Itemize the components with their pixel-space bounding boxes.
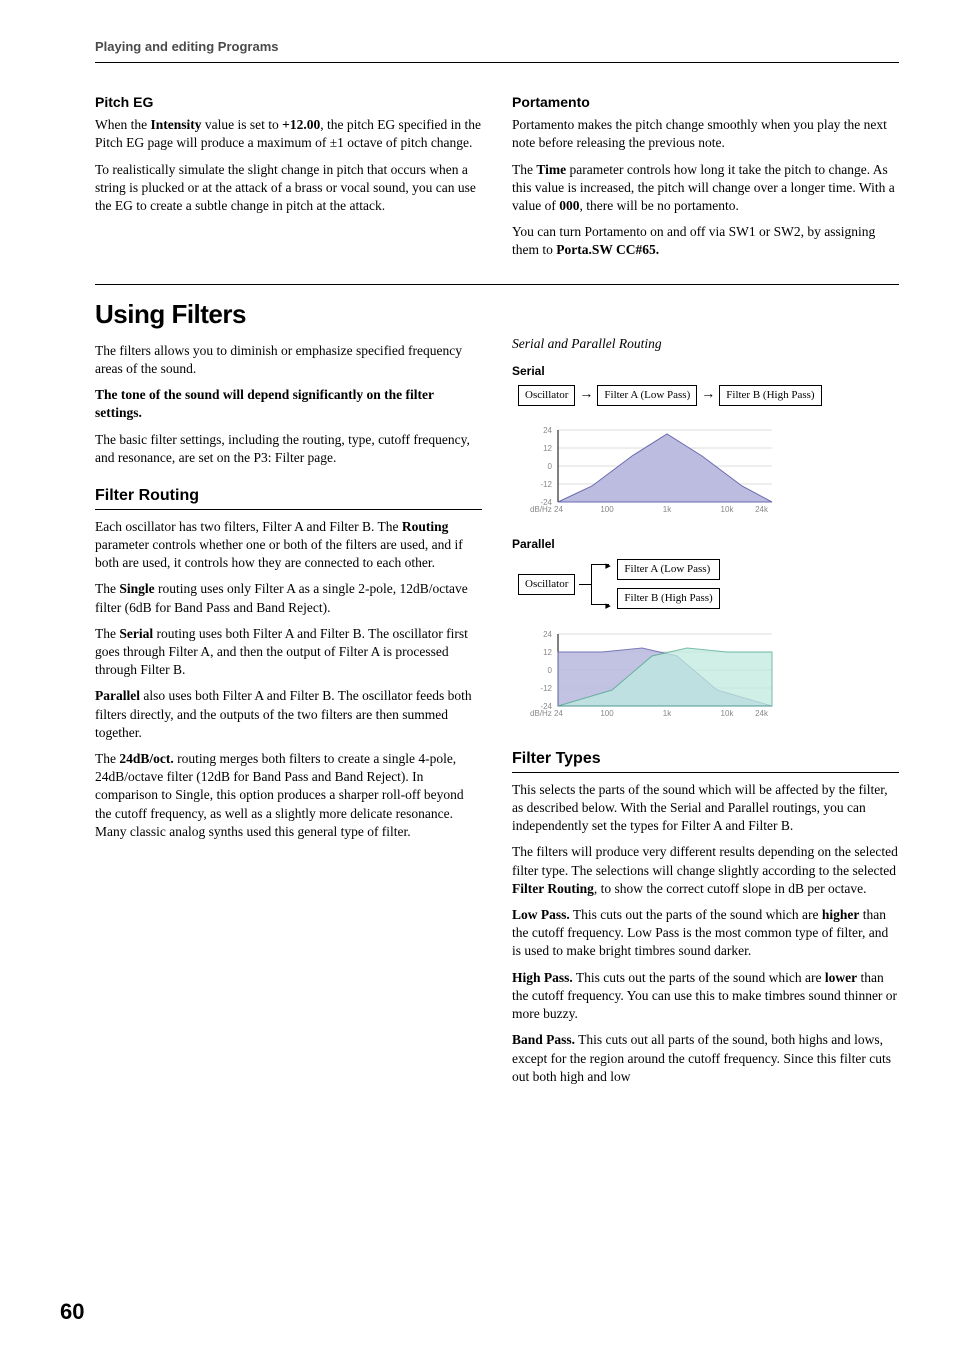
parallel-flow: Oscillator ▸ ▸ Filter A (Low Pass) Filte…: [518, 558, 899, 610]
svg-text:0: 0: [548, 666, 553, 675]
svg-text:dB/Hz 24: dB/Hz 24: [530, 505, 563, 514]
portamento-p2: The Time parameter controls how long it …: [512, 161, 899, 216]
svg-text:24: 24: [543, 426, 552, 435]
text-bold: lower: [825, 970, 857, 985]
parallel-label: Parallel: [512, 536, 899, 552]
section-divider: [95, 284, 899, 285]
svg-text:24k: 24k: [755, 709, 769, 718]
portamento-p1: Portamento makes the pitch change smooth…: [512, 116, 899, 152]
header-section-title: Playing and editing Programs: [95, 39, 278, 54]
text: The filters will produce very different …: [512, 844, 898, 877]
text: The: [95, 626, 119, 641]
page-header: Playing and editing Programs: [95, 38, 899, 63]
text-bold: +12.00: [282, 117, 320, 132]
col-right-filters: Serial and Parallel Routing Serial Oscil…: [512, 297, 899, 1094]
text-bold: Time: [536, 162, 566, 177]
text-bold: Low Pass.: [512, 907, 570, 922]
text: value is set to: [202, 117, 283, 132]
text: This cuts out the parts of the sound whi…: [573, 970, 825, 985]
filter-a-box: Filter A (Low Pass): [597, 385, 697, 406]
filter-routing-p5: The 24dB/oct. routing merges both filter…: [95, 750, 482, 841]
pitch-eg-p1: When the Intensity value is set to +12.0…: [95, 116, 482, 152]
text: The: [95, 581, 119, 596]
upper-columns: Pitch EG When the Intensity value is set…: [95, 89, 899, 267]
routing-diagram-title: Serial and Parallel Routing: [512, 335, 899, 353]
filter-routing-heading: Filter Routing: [95, 485, 482, 510]
svg-text:100: 100: [600, 709, 614, 718]
filter-types-p5: Band Pass. This cuts out all parts of th…: [512, 1031, 899, 1086]
svg-text:1k: 1k: [663, 709, 672, 718]
arrow-icon: ▸: [605, 599, 611, 614]
text: The: [95, 751, 119, 766]
pitch-eg-heading: Pitch EG: [95, 93, 482, 112]
using-filters-heading: Using Filters: [95, 297, 482, 332]
page-number: 60: [60, 1297, 84, 1327]
arrow-icon: →: [579, 388, 593, 402]
svg-text:12: 12: [543, 648, 552, 657]
filter-types-p1: This selects the parts of the sound whic…: [512, 781, 899, 836]
text: Each oscillator has two filters, Filter …: [95, 519, 402, 534]
col-right-upper: Portamento Portamento makes the pitch ch…: [512, 89, 899, 267]
filter-b-box: Filter B (High Pass): [719, 385, 821, 406]
text-bold: Single: [119, 581, 154, 596]
serial-label: Serial: [512, 363, 899, 379]
text-bold: 24dB/oct.: [119, 751, 173, 766]
text-bold: Routing: [402, 519, 449, 534]
svg-text:1k: 1k: [663, 505, 672, 514]
svg-text:-12: -12: [540, 684, 552, 693]
svg-text:24: 24: [543, 630, 552, 639]
svg-text:12: 12: [543, 444, 552, 453]
using-filters-p3: The basic filter settings, including the…: [95, 431, 482, 467]
pitch-eg-p2: To realistically simulate the slight cha…: [95, 161, 482, 216]
arrow-icon: ▸: [605, 559, 611, 574]
filter-types-p4: High Pass. This cuts out the parts of th…: [512, 969, 899, 1024]
svg-text:0: 0: [548, 462, 553, 471]
filter-a-box: Filter A (Low Pass): [617, 559, 719, 580]
filter-types-heading: Filter Types: [512, 748, 899, 773]
svg-text:-12: -12: [540, 480, 552, 489]
osc-box: Oscillator: [518, 385, 575, 406]
svg-text:10k: 10k: [721, 709, 735, 718]
text: parameter controls whether one or both o…: [95, 537, 463, 570]
serial-flow: Oscillator → Filter A (Low Pass) → Filte…: [518, 385, 899, 406]
text: This cuts out the parts of the sound whi…: [570, 907, 822, 922]
svg-text:24k: 24k: [755, 505, 769, 514]
text: When the: [95, 117, 150, 132]
filter-b-box: Filter B (High Pass): [617, 588, 719, 609]
filter-routing-p1: Each oscillator has two filters, Filter …: [95, 518, 482, 573]
text-bold: higher: [822, 907, 860, 922]
filter-types-p2: The filters will produce very different …: [512, 843, 899, 898]
text-bold: Parallel: [95, 688, 140, 703]
text-bold: Porta.SW CC#65.: [556, 242, 659, 257]
serial-chart: 24 12 0 -12 -24 dB/Hz 24 100 1k 10k 24k: [522, 416, 782, 526]
text: The: [512, 162, 536, 177]
text-bold: Band Pass.: [512, 1032, 575, 1047]
parallel-chart: 24 12 0 -12 -24 dB/Hz 24 100 1k 10k 24k: [522, 620, 782, 730]
using-filters-p1: The filters allows you to diminish or em…: [95, 342, 482, 378]
svg-text:100: 100: [600, 505, 614, 514]
text: , to show the correct cutoff slope in dB…: [594, 881, 867, 896]
svg-text:10k: 10k: [721, 505, 735, 514]
col-left-filters: Using Filters The filters allows you to …: [95, 297, 482, 1094]
text-bold: Intensity: [150, 117, 201, 132]
text-bold: Serial: [119, 626, 153, 641]
split-lines: ▸ ▸: [579, 558, 613, 610]
filter-routing-p3: The Serial routing uses both Filter A an…: [95, 625, 482, 680]
svg-text:dB/Hz 24: dB/Hz 24: [530, 709, 563, 718]
text-bold: 000: [559, 198, 579, 213]
text: also uses both Filter A and Filter B. Th…: [95, 688, 472, 739]
osc-box: Oscillator: [518, 574, 575, 595]
text-bold: Filter Routing: [512, 881, 594, 896]
filter-routing-p2: The Single routing uses only Filter A as…: [95, 580, 482, 616]
using-filters-p2: The tone of the sound will depend signif…: [95, 386, 482, 422]
text-bold: High Pass.: [512, 970, 573, 985]
text: , there will be no portamento.: [579, 198, 738, 213]
filters-columns: Using Filters The filters allows you to …: [95, 297, 899, 1094]
filter-routing-p4: Parallel also uses both Filter A and Fil…: [95, 687, 482, 742]
portamento-p3: You can turn Portamento on and off via S…: [512, 223, 899, 259]
col-left-upper: Pitch EG When the Intensity value is set…: [95, 89, 482, 267]
arrow-icon: →: [701, 388, 715, 402]
filter-types-p3: Low Pass. This cuts out the parts of the…: [512, 906, 899, 961]
portamento-heading: Portamento: [512, 93, 899, 112]
